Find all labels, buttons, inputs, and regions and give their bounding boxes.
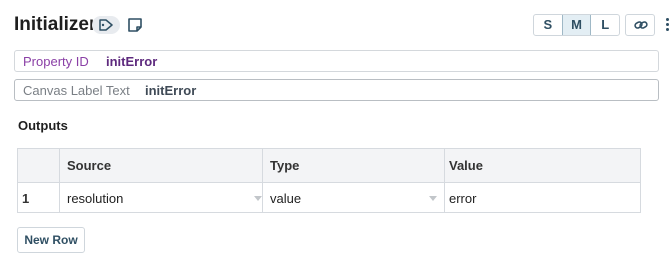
more-vertical-icon[interactable] — [662, 16, 672, 34]
source-cell[interactable]: resolution — [67, 191, 123, 206]
row-number: 1 — [22, 191, 30, 206]
column-header-value[interactable]: Value — [449, 158, 483, 173]
property-id-label: Property ID — [23, 54, 89, 69]
note-button[interactable] — [127, 17, 143, 33]
tag-icon — [99, 19, 113, 31]
link-icon — [634, 21, 648, 29]
outputs-title: Outputs — [18, 118, 68, 133]
property-id-field[interactable]: Property ID initError — [14, 50, 659, 72]
property-id-value[interactable]: initError — [106, 54, 157, 69]
column-header-type[interactable]: Type — [270, 158, 299, 173]
tag-button[interactable] — [92, 16, 120, 34]
type-cell[interactable]: value — [270, 191, 301, 206]
size-selector: S M L — [533, 14, 620, 36]
header: Initializer S M L — [14, 12, 669, 40]
size-s-button[interactable]: S — [534, 15, 562, 35]
dropdown-caret-icon[interactable] — [429, 196, 437, 201]
new-row-button[interactable]: New Row — [17, 227, 85, 253]
size-l-button[interactable]: L — [591, 15, 619, 35]
dropdown-caret-icon[interactable] — [254, 196, 262, 201]
canvas-label-field[interactable]: Canvas Label Text initError — [14, 79, 659, 101]
canvas-label-value[interactable]: initError — [145, 83, 196, 98]
page-title: Initializer — [14, 14, 97, 35]
size-m-button[interactable]: M — [561, 15, 592, 35]
table-header — [18, 149, 640, 183]
outputs-table: Source Type Value 1 resolution value err… — [17, 148, 641, 213]
link-button[interactable] — [625, 14, 655, 36]
note-icon — [128, 18, 142, 32]
value-cell[interactable]: error — [449, 191, 476, 206]
column-header-source[interactable]: Source — [67, 158, 111, 173]
canvas-label-label: Canvas Label Text — [23, 83, 130, 98]
